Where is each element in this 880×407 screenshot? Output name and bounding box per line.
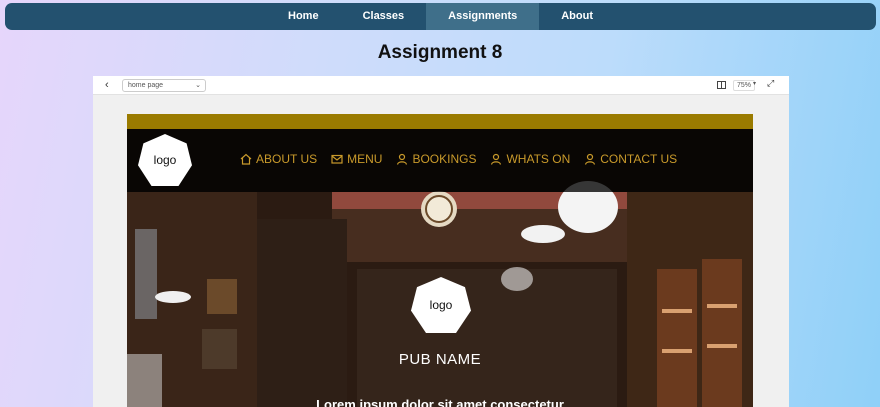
gold-top-bar (127, 114, 753, 129)
nav-home[interactable]: Home (266, 3, 341, 30)
nav-classes[interactable]: Classes (341, 3, 427, 30)
site-header: logo ABOUT US MENU BOOKINGS WHATS ON CON… (127, 129, 753, 192)
site-nav-label: MENU (347, 152, 383, 166)
page-title: Assignment 8 (377, 42, 503, 63)
site-nav-label: CONTACT US (600, 152, 678, 166)
zoom-chevron-icon: ▾ (753, 81, 757, 87)
home-icon (240, 153, 252, 165)
back-arrow-icon[interactable]: ‹ (105, 79, 109, 91)
person-icon (585, 153, 596, 165)
site-nav-about-us[interactable]: ABOUT US (240, 152, 317, 166)
expand-icon[interactable]: ⤢ (767, 78, 774, 89)
nav-about[interactable]: About (539, 3, 615, 30)
site-nav-menu[interactable]: MENU (331, 152, 382, 166)
site-nav-contact-us[interactable]: CONTACT US (584, 152, 677, 166)
chevron-down-icon: ⌄ (195, 82, 201, 89)
site-nav-label: ABOUT US (256, 152, 318, 166)
envelope-icon (331, 154, 343, 164)
site-nav-label: BOOKINGS (412, 152, 477, 166)
preview-toolbar: ‹ home page ⌄ 75% ▾ ⤢ (93, 76, 789, 95)
person-icon (491, 153, 502, 165)
site-nav: ABOUT US MENU BOOKINGS WHATS ON CONTACT … (240, 152, 677, 166)
person-icon (397, 153, 408, 165)
page-select-dropdown[interactable]: home page ⌄ (122, 79, 206, 92)
layout-icon[interactable] (717, 81, 726, 89)
page-select-value: home page (128, 82, 164, 89)
zoom-select[interactable]: 75% (733, 80, 756, 91)
design-preview-frame: ‹ home page ⌄ 75% ▾ ⤢ logo ABOUT US MENU… (93, 76, 789, 407)
site-nav-label: WHATS ON (506, 152, 571, 166)
hero-tagline: Lorem ipsum dolor sit amet consectetur (316, 397, 564, 407)
pub-name: PUB NAME (398, 351, 482, 368)
site-nav-whats-on[interactable]: WHATS ON (490, 152, 570, 166)
website-mockup: logo ABOUT US MENU BOOKINGS WHATS ON CON… (127, 114, 753, 407)
site-nav-bookings[interactable]: BOOKINGS (396, 152, 476, 166)
header-logo[interactable]: logo (138, 134, 192, 186)
top-navbar: Home Classes Assignments About (5, 3, 876, 30)
nav-assignments[interactable]: Assignments (426, 3, 540, 30)
